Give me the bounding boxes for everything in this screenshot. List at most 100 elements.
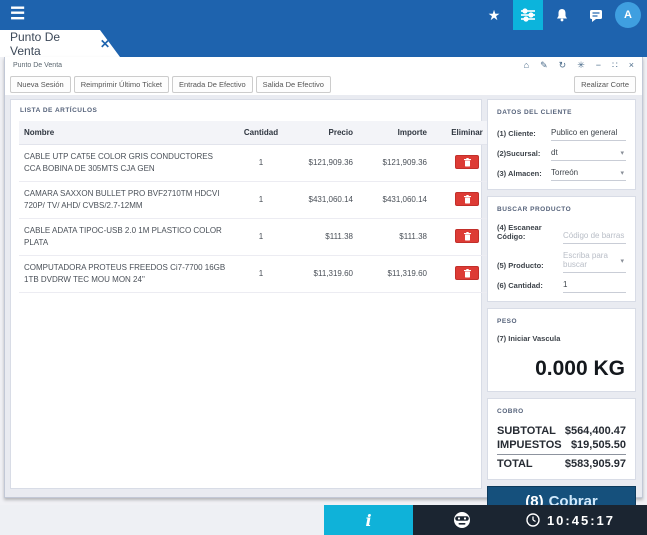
delete-item-button[interactable] <box>455 229 479 243</box>
content-area: LISTA DE ARTÍCULOS Nombre Cantidad Preci… <box>5 95 642 497</box>
menu-icon[interactable]: ☰ <box>10 4 25 24</box>
trash-icon <box>464 195 471 204</box>
escanear-label: (4) Escanear Código: <box>497 223 563 244</box>
breadcrumb: Punto De Venta <box>13 62 62 69</box>
peso-card: PESO (7) Iniciar Vascula 0.000 KG <box>487 308 636 392</box>
cell-nombre: CABLE ADATA TIPOC-USB 2.0 1M PLASTICO CO… <box>19 219 231 256</box>
cantidad-input[interactable] <box>563 278 626 292</box>
producto-select[interactable]: Escriba para buscar ▾ <box>563 249 626 273</box>
cell-importe: $111.38 <box>365 219 439 256</box>
info-button[interactable]: i <box>324 505 413 535</box>
delete-item-button[interactable] <box>455 155 479 169</box>
producto-placeholder: Escriba para buscar <box>563 249 620 272</box>
chevron-down-icon: ▾ <box>620 257 626 265</box>
cell-precio: $111.38 <box>291 219 365 256</box>
table-row: CABLE ADATA TIPOC-USB 2.0 1M PLASTICO CO… <box>19 219 495 256</box>
almacen-label: (3) Almacen: <box>497 169 551 181</box>
salida-efectivo-button[interactable]: Salida De Efectivo <box>256 76 331 93</box>
pos-window: Punto De Venta ⌂ ✎ ↻ ✳ − ∷ × Nueva Sesió… <box>4 57 643 498</box>
total-value: $583,905.97 <box>565 458 626 470</box>
sliders-icon[interactable] <box>513 0 543 30</box>
almacen-select[interactable]: Torreón ▾ <box>551 166 626 181</box>
toolbar: Nueva Sesión Reimprimir Último Ticket En… <box>5 73 642 95</box>
cell-importe: $431,060.14 <box>365 182 439 219</box>
tab-punto-de-venta[interactable]: Punto De Venta ✕ <box>0 30 120 57</box>
articles-table: Nombre Cantidad Precio Importe Eliminar … <box>19 121 495 293</box>
articles-panel: LISTA DE ARTÍCULOS Nombre Cantidad Preci… <box>10 99 482 489</box>
datos-cliente-card: DATOS DEL CLIENTE (1) Cliente: (2)Sucurs… <box>487 99 636 190</box>
info-icon: i <box>365 511 371 530</box>
col-header-cantidad: Cantidad <box>231 121 291 145</box>
clock-time: 10:45:17 <box>547 513 615 528</box>
cell-precio: $431,060.14 <box>291 182 365 219</box>
bell-icon[interactable] <box>547 0 577 30</box>
entrada-efectivo-button[interactable]: Entrada De Efectivo <box>172 76 253 93</box>
clock-icon <box>526 513 540 527</box>
subtotal-label: SUBTOTAL <box>497 425 556 437</box>
pos-app: ☰ ★ <box>0 0 647 535</box>
table-row: CABLE UTP CAT5E COLOR GRIS CONDUCTORES C… <box>19 145 495 182</box>
producto-label: (5) Producto: <box>497 261 563 273</box>
avatar[interactable]: A <box>615 2 641 28</box>
trash-icon <box>464 232 471 241</box>
chevron-down-icon: ▾ <box>620 169 626 177</box>
impuestos-value: $19,505.50 <box>571 439 626 451</box>
chat-icon[interactable] <box>581 0 611 30</box>
cell-precio: $121,909.36 <box>291 145 365 182</box>
assistant-face-icon[interactable] <box>453 511 471 529</box>
cantidad-label: (6) Cantidad: <box>497 281 563 293</box>
reimprimir-ticket-button[interactable]: Reimprimir Último Ticket <box>74 76 169 93</box>
tab-label: Punto De Venta <box>10 30 92 58</box>
total-label: TOTAL <box>497 458 533 470</box>
peso-title: PESO <box>488 311 635 330</box>
tab-close-icon[interactable]: ✕ <box>100 37 110 51</box>
escanear-codigo-input[interactable] <box>563 229 626 243</box>
minimize-icon[interactable]: − <box>596 61 601 70</box>
cobro-card: COBRO SUBTOTAL $564,400.47 IMPUESTOS $19… <box>487 398 636 480</box>
trash-icon <box>464 158 471 167</box>
right-sidebar: DATOS DEL CLIENTE (1) Cliente: (2)Sucurs… <box>487 99 636 517</box>
subtotal-value: $564,400.47 <box>565 425 626 437</box>
cliente-input[interactable] <box>551 126 626 140</box>
iniciar-vascula-button[interactable]: (7) Iniciar Vascula <box>488 330 635 343</box>
articles-title: LISTA DE ARTÍCULOS <box>11 100 481 119</box>
col-header-importe: Importe <box>365 121 439 145</box>
cell-importe: $121,909.36 <box>365 145 439 182</box>
buscar-producto-card: BUSCAR PRODUCTO (4) Escanear Código: (5)… <box>487 196 636 302</box>
favorites-star-icon[interactable]: ★ <box>479 0 509 30</box>
pin-icon[interactable]: ✎ <box>540 61 548 70</box>
topbar: ☰ ★ <box>0 0 647 57</box>
trash-icon <box>464 269 471 278</box>
impuestos-label: IMPUESTOS <box>497 439 562 451</box>
sucursal-select[interactable]: dt ▾ <box>551 146 626 161</box>
status-bar-right: 10:45:17 <box>413 505 647 535</box>
cell-cantidad: 1 <box>231 256 291 293</box>
cell-importe: $11,319.60 <box>365 256 439 293</box>
cobro-title: COBRO <box>488 401 635 420</box>
status-bar: i 10:45:17 <box>0 505 647 535</box>
datos-cliente-title: DATOS DEL CLIENTE <box>488 102 635 121</box>
delete-item-button[interactable] <box>455 266 479 280</box>
cliente-label: (1) Cliente: <box>497 129 551 141</box>
settings-icon[interactable]: ✳ <box>577 61 585 70</box>
col-header-nombre: Nombre <box>19 121 231 145</box>
nueva-sesion-button[interactable]: Nueva Sesión <box>10 76 71 93</box>
close-icon[interactable]: × <box>629 61 634 70</box>
refresh-icon[interactable]: ↻ <box>559 61 567 70</box>
table-row: CAMARA SAXXON BULLET PRO BVF2710TM HDCVI… <box>19 182 495 219</box>
sucursal-label: (2)Sucursal: <box>497 149 551 161</box>
cell-nombre: COMPUTADORA PROTEUS FREEDOS Ci7-7700 16G… <box>19 256 231 293</box>
cell-nombre: CABLE UTP CAT5E COLOR GRIS CONDUCTORES C… <box>19 145 231 182</box>
cell-cantidad: 1 <box>231 145 291 182</box>
delete-item-button[interactable] <box>455 192 479 206</box>
cell-cantidad: 1 <box>231 182 291 219</box>
almacen-value: Torreón <box>551 166 620 180</box>
maximize-icon[interactable]: ∷ <box>612 61 618 70</box>
sucursal-value: dt <box>551 146 620 160</box>
chevron-down-icon: ▾ <box>620 149 626 157</box>
cell-precio: $11,319.60 <box>291 256 365 293</box>
home-icon[interactable]: ⌂ <box>524 61 529 70</box>
col-header-precio: Precio <box>291 121 365 145</box>
buscar-producto-title: BUSCAR PRODUCTO <box>488 199 635 218</box>
realizar-corte-button[interactable]: Realizar Corte <box>574 76 636 93</box>
